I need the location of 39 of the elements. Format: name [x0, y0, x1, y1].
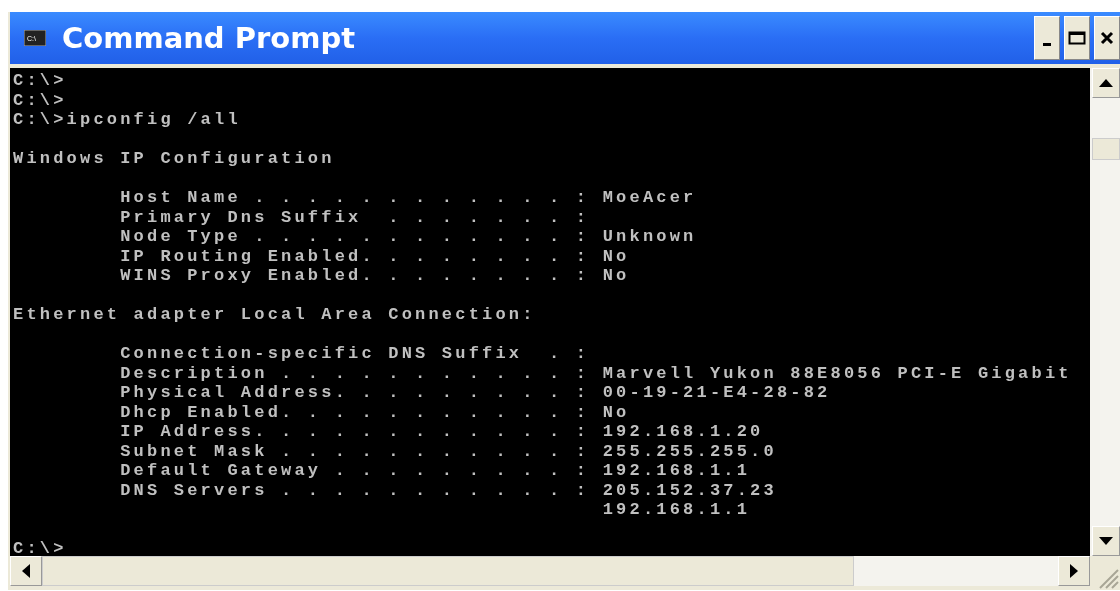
console-line: Default Gateway . . . . . . . . . : 192.168.1.1: [119, 461, 751, 481]
scroll-thumb[interactable]: [42, 556, 854, 586]
console-line: Host Name . . . . . . . . . . . . : MoeAcer: [119, 188, 697, 208]
close-icon: [1100, 31, 1114, 45]
maximize-icon: [1068, 31, 1086, 45]
console-line: C:\>ipconfig /all: [13, 110, 241, 130]
horizontal-scrollbar[interactable]: [10, 556, 1090, 586]
minimize-button[interactable]: [1034, 16, 1060, 60]
console-line: C:\>: [13, 90, 67, 110]
console-line: Primary Dns Suffix . . . . . . . :: [119, 207, 590, 227]
console-line: Ethernet adapter Local Area Connection:: [13, 305, 536, 325]
scroll-thumb[interactable]: [1092, 138, 1120, 160]
window-title: Command Prompt: [62, 21, 357, 55]
down-arrow-icon: [1099, 537, 1113, 545]
console-line: IP Routing Enabled. . . . . . . . : No: [119, 246, 630, 266]
console-line: IP Address. . . . . . . . . . . . : 192.168.1.20: [119, 422, 764, 442]
console-line: Node Type . . . . . . . . . . . . : Unknown: [119, 227, 697, 247]
console-line: C:\>: [13, 71, 67, 91]
scroll-right-button[interactable]: [1058, 556, 1090, 586]
console-line: C:\>: [13, 539, 67, 556]
scroll-down-button[interactable]: [1092, 526, 1120, 556]
console-line: Dhcp Enabled. . . . . . . . . . . : No: [119, 402, 630, 422]
up-arrow-icon: [1099, 79, 1113, 87]
close-button[interactable]: [1094, 16, 1120, 60]
console-line: 192.168.1.1: [601, 500, 751, 520]
minimize-icon: [1043, 42, 1051, 46]
console-line: Physical Address. . . . . . . . . : 00-19-21-E4-28-82: [119, 383, 831, 403]
console-line: DNS Servers . . . . . . . . . . . : 205.152.37.23: [119, 480, 777, 500]
console-line: Description . . . . . . . . . . . : Marvell Yukon 88E8056 PCI-E Gigabit: [119, 363, 1072, 383]
console-line: Connection-specific DNS Suffix . :: [119, 344, 590, 364]
right-arrow-icon: [1070, 564, 1078, 578]
left-arrow-icon: [22, 564, 30, 578]
console-line: Subnet Mask . . . . . . . . . . . : 255.255.255.0: [119, 441, 777, 461]
scroll-left-button[interactable]: [10, 556, 42, 586]
console-line: WINS Proxy Enabled. . . . . . . . : No: [119, 266, 630, 286]
vertical-scrollbar[interactable]: [1090, 68, 1120, 556]
console-line: Windows IP Configuration: [13, 149, 335, 169]
maximize-button[interactable]: [1064, 16, 1090, 60]
scroll-up-button[interactable]: [1092, 68, 1120, 98]
